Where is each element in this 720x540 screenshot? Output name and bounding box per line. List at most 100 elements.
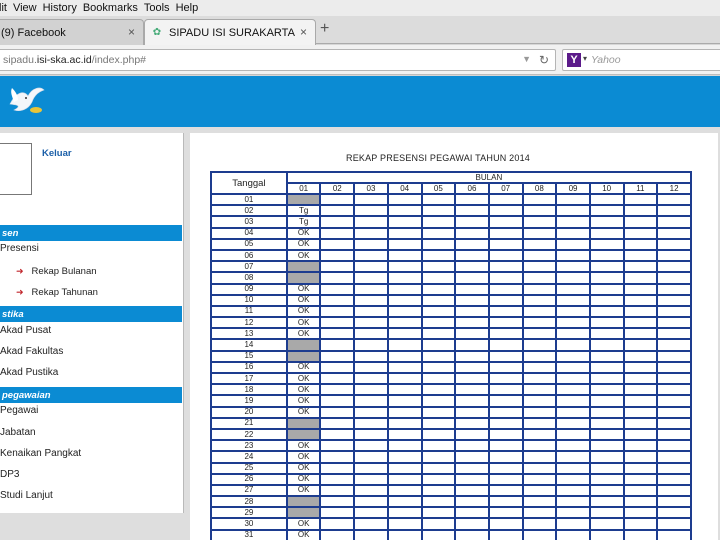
day-cell: 19: [210, 394, 288, 408]
status-cell: OK: [285, 360, 322, 375]
empty-cell: [386, 483, 423, 498]
sidebar-item-rekap-bulanan[interactable]: ➜ Rekap Bulanan: [16, 266, 97, 277]
tab-sipadu[interactable]: ✿ SIPADU ISI SURAKARTA ×: [144, 19, 316, 45]
menu-bookmarks[interactable]: Bookmarks: [83, 2, 144, 14]
dove-logo-icon[interactable]: [6, 84, 46, 118]
empty-cell: [656, 450, 692, 464]
day-cell: 04: [210, 226, 288, 240]
day-cell: 05: [210, 237, 288, 251]
empty-cell: [622, 293, 659, 307]
empty-cell: [521, 271, 558, 285]
day-cell: 14: [210, 338, 288, 352]
day-cell: 16: [210, 360, 288, 375]
sidebar-item-kenaikan-pangkat[interactable]: Kenaikan Pangkat: [0, 448, 81, 459]
empty-cell: [521, 360, 558, 375]
close-tab-icon[interactable]: ×: [128, 25, 135, 39]
month-header-12: 12: [656, 182, 692, 195]
empty-cell: [353, 461, 389, 475]
sidebar-section-presensi: sen: [0, 225, 182, 241]
empty-cell: [386, 338, 423, 352]
empty-cell: [656, 517, 692, 531]
table-row: 11 OK: [210, 304, 692, 319]
sidebar-item-akad-pustika[interactable]: Akad Pustika: [0, 367, 58, 378]
empty-cell: [454, 483, 490, 498]
empty-cell: [521, 472, 558, 486]
sidebar-item-presensi[interactable]: Presensi: [0, 243, 39, 254]
empty-cell: [588, 517, 625, 531]
sidebar-item-rekap-tahunan[interactable]: ➜ Rekap Tahunan: [16, 287, 98, 298]
empty-cell: [555, 260, 591, 274]
status-cell: Tg: [285, 204, 322, 218]
empty-cell: [588, 528, 625, 540]
reload-icon[interactable]: ↻: [539, 53, 549, 67]
menu-help[interactable]: Help: [176, 2, 205, 14]
day-cell: 07: [210, 260, 288, 274]
sidebar-item-akad-fakultas[interactable]: Akad Fakultas: [0, 346, 63, 357]
sidebar-item-pegawai[interactable]: Pegawai: [0, 405, 38, 416]
menu-history[interactable]: History: [43, 2, 83, 14]
empty-cell: [555, 495, 591, 509]
empty-cell: [454, 316, 490, 330]
yahoo-logo-icon[interactable]: Y: [567, 53, 581, 67]
empty-cell: [487, 338, 524, 352]
empty-cell: [420, 439, 457, 453]
empty-cell: [656, 483, 692, 498]
empty-cell: [555, 349, 591, 363]
menu-tools[interactable]: Tools: [144, 2, 176, 14]
empty-cell: [319, 260, 356, 274]
empty-cell: [588, 495, 625, 509]
status-cell: OK: [285, 282, 322, 296]
empty-cell: [656, 528, 692, 540]
empty-cell: [656, 394, 692, 408]
empty-cell: [521, 338, 558, 352]
empty-cell: [386, 506, 423, 520]
sidebar-item-akad-pusat[interactable]: Akad Pusat: [0, 325, 51, 336]
day-cell: 25: [210, 461, 288, 475]
empty-cell: [487, 327, 524, 341]
sidebar-item-studi-lanjut[interactable]: Studi Lanjut: [0, 490, 53, 501]
empty-cell: [521, 383, 558, 397]
tab-facebook[interactable]: (9) Facebook ×: [0, 19, 144, 45]
url-bar[interactable]: sipadu.isi-ska.ac.id/index.php# ▼ ↻: [0, 49, 556, 71]
empty-cell: [656, 461, 692, 475]
empty-cell: [319, 506, 356, 520]
status-cell: [285, 495, 322, 509]
empty-cell: [353, 248, 389, 263]
table-row: 30 OK: [210, 517, 692, 531]
empty-cell: [656, 349, 692, 363]
empty-cell: [319, 349, 356, 363]
empty-cell: [420, 394, 457, 408]
empty-cell: [454, 304, 490, 319]
search-box[interactable]: Y ▾ Yahoo: [562, 49, 720, 71]
empty-cell: [622, 394, 659, 408]
table-row: 06 OK: [210, 248, 692, 263]
menu-view[interactable]: View: [13, 2, 43, 14]
empty-cell: [622, 427, 659, 442]
close-tab-icon[interactable]: ×: [300, 25, 307, 39]
empty-cell: [622, 360, 659, 375]
empty-cell: [386, 260, 423, 274]
empty-cell: [319, 416, 356, 430]
month-header-07: 07: [487, 182, 524, 195]
empty-cell: [622, 215, 659, 229]
empty-cell: [588, 204, 625, 218]
empty-cell: [454, 226, 490, 240]
table-row: 17 OK: [210, 371, 692, 386]
chevron-down-icon[interactable]: ▾: [583, 54, 587, 63]
new-tab-button[interactable]: +: [320, 20, 329, 38]
empty-cell: [555, 416, 591, 430]
dropdown-arrow-icon[interactable]: ▼: [522, 54, 531, 64]
table-row: 26 OK: [210, 472, 692, 486]
sidebar-item-dp3[interactable]: DP3: [0, 469, 19, 480]
empty-cell: [487, 282, 524, 296]
menu-edit[interactable]: lit: [0, 2, 13, 14]
status-cell: OK: [285, 316, 322, 330]
empty-cell: [588, 427, 625, 442]
logout-link[interactable]: Keluar: [42, 148, 72, 159]
empty-cell: [656, 293, 692, 307]
empty-cell: [622, 461, 659, 475]
sidebar-item-jabatan[interactable]: Jabatan: [0, 427, 36, 438]
empty-cell: [454, 338, 490, 352]
empty-cell: [386, 304, 423, 319]
empty-cell: [353, 472, 389, 486]
